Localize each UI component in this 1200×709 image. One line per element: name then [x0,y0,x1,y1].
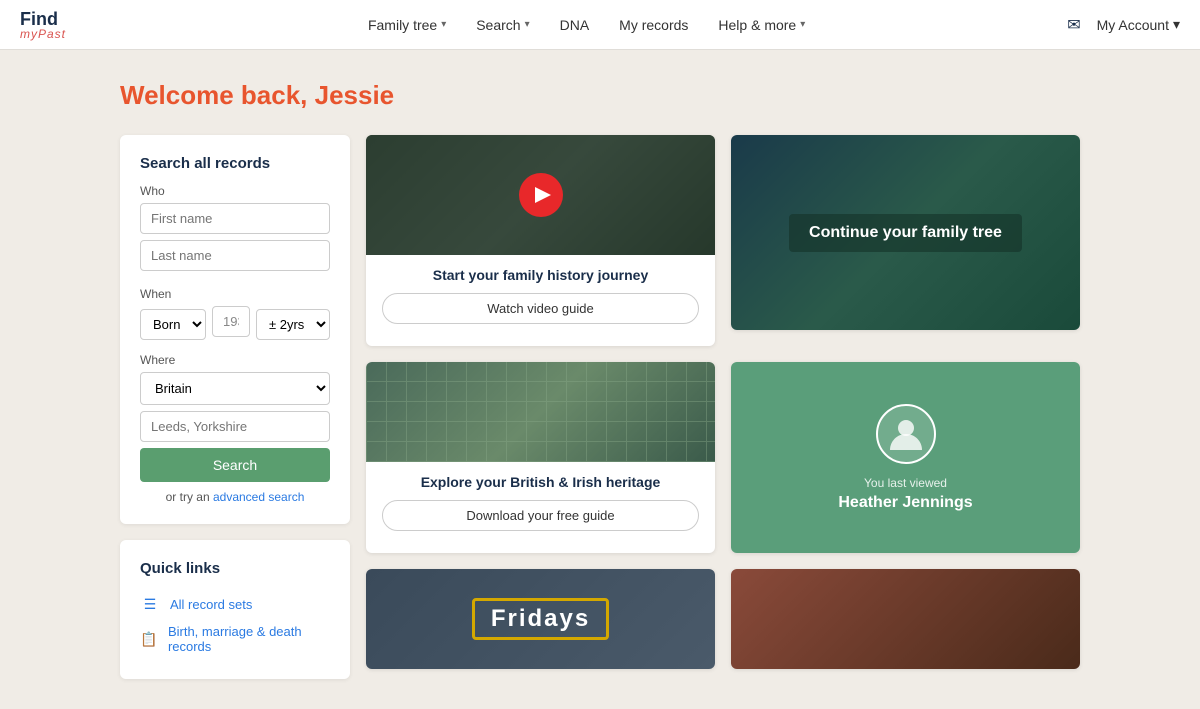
where-select[interactable]: Britain [140,372,330,405]
nav-links: Family tree ▾ Search ▾ DNA My records He… [106,17,1067,33]
fridays-card[interactable]: Fridays [366,569,715,669]
fridays-label: Fridays [472,598,609,640]
search-panel-title: Search all records [140,155,330,172]
when-row: Born ± 2yrs [140,306,330,343]
quick-links-panel: Quick links ☰ All record sets 📋 Birth, m… [120,540,350,679]
nav-help-more[interactable]: Help & more ▾ [718,17,805,33]
family-tree-overlay: Continue your family tree [731,135,1080,330]
who-label: Who [140,184,330,198]
nav-family-tree[interactable]: Family tree ▾ [368,17,446,33]
mail-icon[interactable]: ✉ [1067,15,1080,35]
year-input[interactable] [212,306,250,337]
page-layout: Search all records Who When Born ± 2yrs … [120,135,1080,679]
first-name-input[interactable] [140,203,330,234]
watch-video-button[interactable]: Watch video guide [382,293,699,324]
avatar [876,404,936,464]
play-button[interactable] [519,173,563,217]
when-label: When [140,287,330,301]
person-silhouette [886,414,926,454]
family-tree-card[interactable]: Continue your family tree [731,135,1080,330]
map-card: Explore your British & Irish heritage Do… [366,362,715,553]
logo[interactable]: Find myPast [20,10,66,40]
search-panel: Search all records Who When Born ± 2yrs … [120,135,350,524]
video-overlay [366,135,715,255]
main-nav: Find myPast Family tree ▾ Search ▾ DNA M… [0,0,1200,50]
main-content: Welcome back, Jessie Search all records … [0,50,1200,709]
nav-right: ✉ My Account ▾ [1067,15,1180,35]
video-card-text: Start your family history journey Watch … [366,255,715,336]
quick-link-birth-marriage[interactable]: 📋 Birth, marriage & death records [140,619,330,659]
last-name-input[interactable] [140,240,330,271]
account-menu[interactable]: My Account ▾ [1097,16,1180,33]
last-viewed-label: You last viewed [864,476,947,490]
video-card-title: Start your family history journey [382,267,699,283]
chevron-down-icon: ▾ [525,19,530,30]
where-label: Where [140,353,330,367]
book-icon: 📋 [140,629,158,649]
download-guide-button[interactable]: Download your free guide [382,500,699,531]
map-card-text: Explore your British & Irish heritage Do… [366,462,715,543]
quick-link-all-records[interactable]: ☰ All record sets [140,589,330,619]
born-select[interactable]: Born [140,309,206,340]
advanced-search-link: or try an advanced search [140,490,330,504]
logo-find: Find [20,10,66,28]
last-viewed-name: Heather Jennings [838,494,972,512]
chevron-down-icon: ▾ [800,19,805,30]
video-thumbnail[interactable] [366,135,715,255]
left-column: Search all records Who When Born ± 2yrs … [120,135,350,679]
last-viewed-card[interactable]: You last viewed Heather Jennings [731,362,1080,553]
location-input[interactable] [140,411,330,442]
search-button[interactable]: Search [140,448,330,482]
range-select[interactable]: ± 2yrs [256,309,330,340]
chevron-down-icon: ▾ [1173,16,1180,33]
video-card: Start your family history journey Watch … [366,135,715,346]
advanced-link[interactable]: advanced search [213,490,304,504]
nav-my-records[interactable]: My records [619,17,688,33]
quick-links-title: Quick links [140,560,330,577]
list-icon: ☰ [140,594,160,614]
nav-search[interactable]: Search ▾ [476,17,529,33]
map-grid-overlay [366,362,715,462]
chevron-down-icon: ▾ [441,19,446,30]
right-column: Start your family history journey Watch … [366,135,1080,679]
logo-mypast: myPast [20,28,66,40]
map-thumbnail [366,362,715,462]
family-tree-label: Continue your family tree [789,214,1022,252]
nav-dna[interactable]: DNA [560,17,590,33]
welcome-heading: Welcome back, Jessie [120,80,1080,111]
church-card[interactable] [731,569,1080,669]
map-card-title: Explore your British & Irish heritage [382,474,699,490]
